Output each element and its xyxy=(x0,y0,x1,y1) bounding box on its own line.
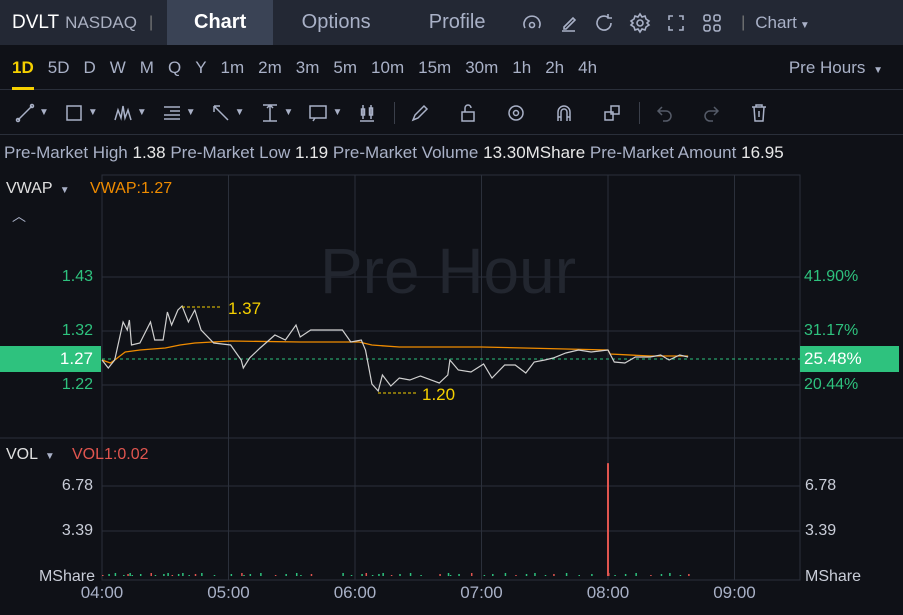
volume-bar xyxy=(447,573,450,576)
watermark: Pre Hour xyxy=(320,235,576,307)
volume-bar xyxy=(578,575,580,576)
volume-bar xyxy=(544,575,547,576)
volume-bar xyxy=(449,575,452,576)
current-pct-badge: 25.48% xyxy=(800,346,899,372)
volume-bar xyxy=(285,574,287,576)
volume-bar xyxy=(230,574,233,576)
price-line xyxy=(101,304,689,393)
volume-bar xyxy=(688,574,690,576)
volume-bar xyxy=(213,575,216,576)
volume-bar xyxy=(371,575,374,576)
pct-label: 20.44% xyxy=(804,376,859,393)
volume-bar xyxy=(177,574,180,576)
vol-axis-label: 6.78 xyxy=(805,477,837,494)
low-marker: 1.20 xyxy=(422,385,455,404)
volume-bar xyxy=(591,574,593,576)
volume-bar xyxy=(679,575,682,576)
volume-bar xyxy=(470,573,473,576)
volume-bar xyxy=(504,573,507,576)
volume-bar xyxy=(108,574,110,576)
vol-value: VOL1:0.02 xyxy=(72,446,149,463)
volume-bar xyxy=(525,574,528,576)
volume-bar xyxy=(260,573,262,576)
vol-axis-label: 3.39 xyxy=(61,522,93,539)
vol-label: VOL xyxy=(6,446,38,463)
volume-bar xyxy=(669,573,671,576)
volume-bar xyxy=(194,574,197,576)
high-marker: 1.37 xyxy=(228,299,261,318)
vol-indicator-select[interactable]: VOL ▼ xyxy=(6,446,55,464)
volume-bar xyxy=(534,573,536,576)
volume-bar xyxy=(163,574,165,576)
volume-bar xyxy=(409,573,412,576)
volume-bar xyxy=(483,575,486,576)
volume-bar xyxy=(129,573,131,576)
volume-bar xyxy=(249,574,252,576)
volume-bar xyxy=(515,575,517,576)
volume-bar xyxy=(131,575,134,576)
x-tick-label: 06:00 xyxy=(334,583,377,602)
volume-bar xyxy=(565,573,568,576)
vwap-value: VWAP:1.27 xyxy=(90,180,173,197)
collapse-icon[interactable]: ︿ xyxy=(12,206,26,226)
caret-down-icon: ▼ xyxy=(59,185,70,196)
volume-bar xyxy=(439,574,441,576)
volume-bar xyxy=(300,575,302,576)
volume-bar xyxy=(399,574,401,576)
vol-axis-label: 3.39 xyxy=(805,522,837,539)
volume-bar xyxy=(154,575,157,576)
volume-bar xyxy=(188,575,190,576)
volume-bar xyxy=(123,575,125,576)
volume-bar xyxy=(660,574,663,576)
volume-bar xyxy=(139,574,142,576)
volume-bar xyxy=(614,575,616,576)
vol-axis-unit: MShare xyxy=(38,568,95,585)
x-tick-label: 08:00 xyxy=(587,583,630,602)
volume-spike-bar xyxy=(607,463,609,576)
volume-bar xyxy=(350,575,353,576)
volume-bar xyxy=(274,575,277,576)
volume-bar xyxy=(295,573,298,576)
volume-bar xyxy=(365,573,368,576)
price-chart[interactable]: Pre Hour 1.37 1.20 04:00 05:00 06:00 07:00 0… xyxy=(0,0,903,615)
caret-down-icon: ▼ xyxy=(44,451,55,462)
volume-bar xyxy=(150,573,152,576)
volume-bar xyxy=(420,575,422,576)
price-label: 1.43 xyxy=(61,268,93,285)
volume-bar xyxy=(171,575,174,576)
volume-bar xyxy=(635,573,637,576)
vwap-indicator-select[interactable]: VWAP ▼ xyxy=(6,180,70,198)
price-label: 1.22 xyxy=(61,376,93,393)
volume-bar xyxy=(310,574,313,576)
volume-bar xyxy=(650,575,652,576)
volume-bar xyxy=(102,575,104,576)
volume-bar xyxy=(243,575,245,576)
vol-axis-unit: MShare xyxy=(805,568,862,585)
x-tick-label: 07:00 xyxy=(460,583,503,602)
x-tick-label: 09:00 xyxy=(713,583,756,602)
volume-bar xyxy=(241,573,243,576)
vwap-label: VWAP xyxy=(6,180,53,197)
volume-bar xyxy=(342,573,344,576)
volume-bar xyxy=(201,573,203,576)
volume-bar xyxy=(127,574,129,576)
volume-bar xyxy=(382,573,384,576)
volume-bar xyxy=(378,574,380,576)
volume-bar xyxy=(492,574,494,576)
volume-bar xyxy=(114,573,117,576)
vwap-line xyxy=(101,340,689,364)
pct-label: 31.17% xyxy=(804,322,859,339)
volume-bar xyxy=(390,575,393,576)
vol-axis-label: 6.78 xyxy=(61,477,93,494)
pct-label: 41.90% xyxy=(804,268,859,285)
x-tick-label: 05:00 xyxy=(207,583,250,602)
current-price-badge: 1.27 xyxy=(0,346,101,372)
volume-bar xyxy=(624,574,627,576)
volume-bar xyxy=(361,574,363,576)
price-label: 1.32 xyxy=(61,322,93,339)
volume-bar xyxy=(182,573,184,576)
volume-bar xyxy=(553,574,555,576)
volume-bar xyxy=(458,574,460,576)
volume-bar xyxy=(167,573,169,576)
